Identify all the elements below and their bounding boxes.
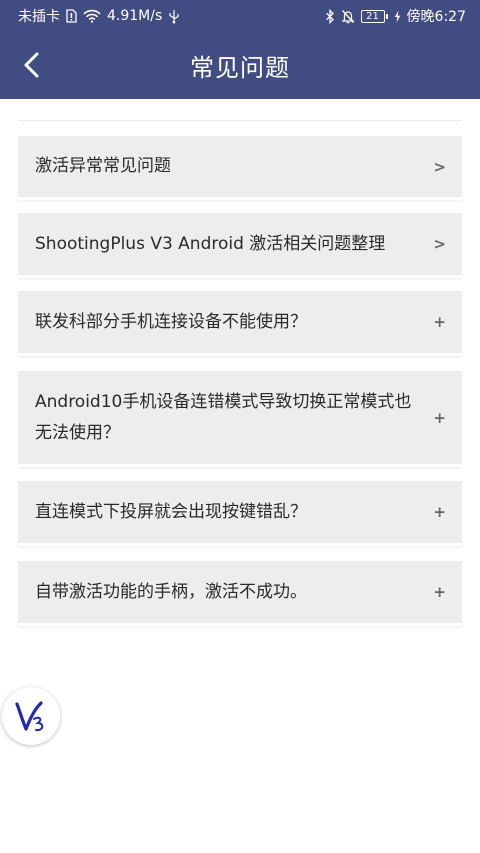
faq-item-android10-mode[interactable]: Android10手机设备连错模式导致切换正常模式也无法使用？ + [18, 371, 462, 469]
arrow-right-icon: > [433, 157, 446, 176]
faq-item-direct-mode-casting[interactable]: 直连模式下投屏就会出现按键错乱？ + [18, 481, 462, 548]
network-speed-text: 4.91M/s [107, 8, 163, 24]
faq-question: 自带激活功能的手柄，激活不成功。 [35, 581, 307, 602]
faq-item-builtin-activation[interactable]: 自带激活功能的手柄，激活不成功。 + [18, 561, 462, 628]
faq-question: ShootingPlus V3 Android 激活相关问题整理 [35, 233, 386, 254]
expand-plus-icon: + [433, 313, 446, 331]
wifi-icon [83, 9, 101, 23]
faq-question: 联发科部分手机连接设备不能使用？ [35, 311, 307, 332]
faq-question: 直连模式下投屏就会出现按键错乱？ [35, 501, 307, 522]
arrow-right-icon: > [433, 235, 446, 253]
carrier-text: 未插卡 [18, 9, 60, 25]
battery-tip [385, 13, 388, 19]
faq-item-android-activation[interactable]: ShootingPlus V3 Android 激活相关问题整理 > [18, 213, 462, 280]
floating-v3-button[interactable] [2, 687, 60, 745]
page-title: 常见问题 [190, 54, 290, 82]
faq-question: Android10手机设备连错模式导致切换正常模式也无法使用？ [35, 391, 412, 443]
app-header: 常见问题 [0, 32, 480, 99]
back-arrow-icon [24, 52, 39, 78]
battery-indicator: 21 [360, 9, 388, 23]
clock-text: 傍晚6:27 [406, 9, 466, 25]
expand-plus-icon: + [433, 503, 446, 521]
faq-item-mediatek-connection[interactable]: 联发科部分手机连接设备不能使用？ + [18, 291, 462, 358]
usb-icon [168, 9, 180, 24]
expand-plus-icon: + [433, 408, 446, 427]
status-bar: 未插卡 4.91M/s 21 傍晚6:27 [0, 0, 480, 32]
divider [18, 120, 462, 121]
mute-bell-icon [341, 9, 355, 24]
v3-logo-icon [15, 701, 44, 732]
charging-icon [394, 10, 401, 23]
faq-item-activation-issues[interactable]: 激活异常常见问题 > [18, 136, 462, 202]
faq-question: 激活异常常见问题 [35, 156, 171, 176]
status-left: 未插卡 4.91M/s [18, 6, 180, 26]
sim-icon [66, 9, 77, 23]
bluetooth-icon [325, 8, 335, 24]
expand-plus-icon: + [433, 583, 446, 601]
back-button[interactable] [14, 48, 48, 82]
status-right: 21 傍晚6:27 [325, 6, 466, 26]
battery-level: 21 [360, 9, 385, 23]
